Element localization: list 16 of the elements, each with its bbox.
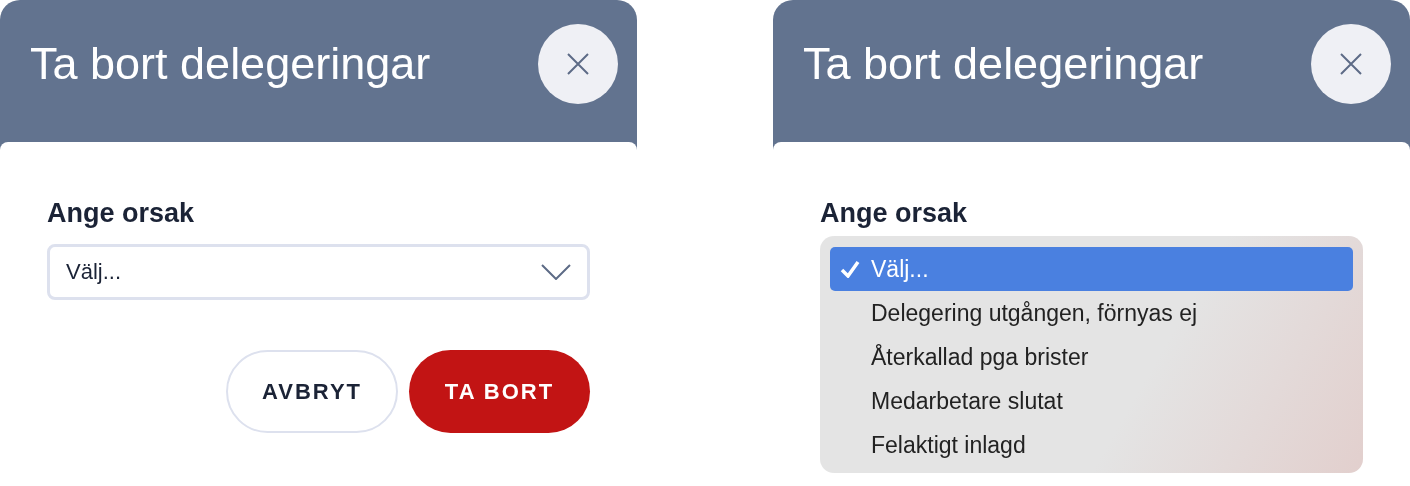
dialog-title: Ta bort delegeringar bbox=[803, 38, 1204, 90]
dropdown-option[interactable]: Delegering utgången, förnyas ej bbox=[830, 291, 1353, 335]
reason-select[interactable]: Välj... bbox=[47, 244, 590, 300]
dropdown-option[interactable]: Felaktigt inlagd bbox=[830, 423, 1353, 467]
dropdown-option[interactable]: Medarbetare slutat bbox=[830, 379, 1353, 423]
field-label: Ange orsak bbox=[47, 198, 196, 229]
checkmark-icon bbox=[840, 260, 860, 278]
dropdown-option[interactable]: Återkallad pga brister bbox=[830, 335, 1353, 379]
close-icon bbox=[566, 52, 590, 76]
delete-button[interactable]: TA BORT bbox=[409, 350, 590, 433]
cancel-button[interactable]: AVBRYT bbox=[226, 350, 398, 433]
dropdown-option[interactable]: Välj... bbox=[830, 247, 1353, 291]
close-icon bbox=[1339, 52, 1363, 76]
chevron-down-icon bbox=[541, 264, 571, 280]
dialog-title: Ta bort delegeringar bbox=[30, 38, 431, 90]
field-label: Ange orsak bbox=[820, 198, 969, 229]
